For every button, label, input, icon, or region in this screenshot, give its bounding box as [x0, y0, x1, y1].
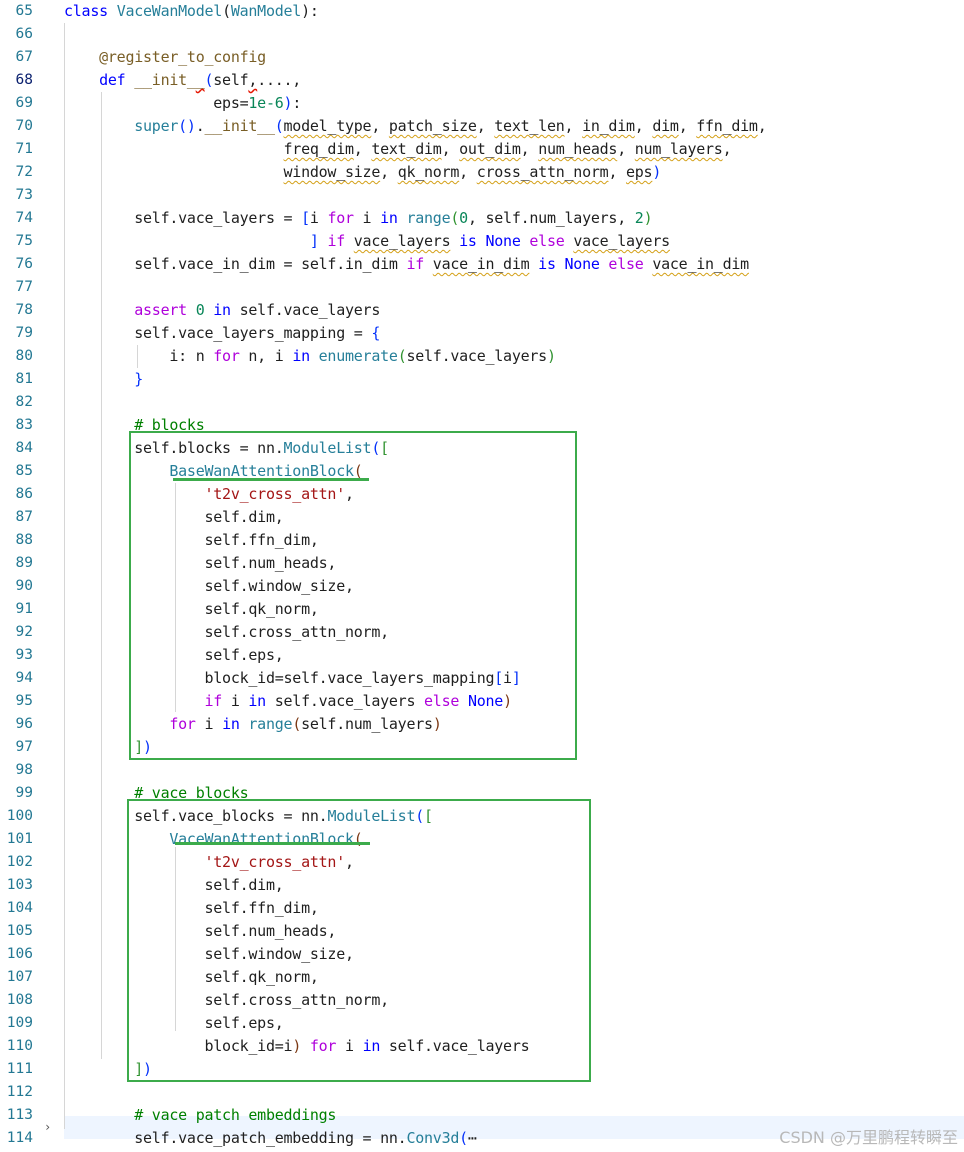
- line-number: 95: [15, 693, 33, 709]
- code-line: 67 @register_to_config: [0, 46, 964, 69]
- line-number: 91: [15, 601, 33, 617]
- code-line: 98: [0, 759, 964, 782]
- line-number: 85: [15, 463, 33, 479]
- code-line: 80 i: n for n, i in enumerate(self.vace_…: [0, 345, 964, 368]
- line-code: ] if vace_layers is None else vace_layer…: [309, 232, 670, 250]
- line-number: 103: [6, 877, 33, 893]
- line-code: assert 0 in self.vace_layers: [134, 301, 381, 319]
- line-number: 104: [6, 900, 33, 916]
- line-number: 77: [15, 279, 33, 295]
- watermark: CSDN @万里鹏程转瞬至: [779, 1128, 958, 1147]
- line-number: 86: [15, 486, 33, 502]
- line-number: 107: [6, 969, 33, 985]
- line-code: self.vace_patch_embedding = nn.Conv3d(⋯: [64, 1129, 477, 1147]
- line-number: 83: [15, 417, 33, 433]
- line-number: 99: [15, 785, 33, 801]
- line-code: class VaceWanModel(WanModel):: [64, 2, 319, 20]
- line-number: 68: [15, 72, 33, 88]
- line-number: 70: [15, 118, 33, 134]
- line-number: 114: [6, 1130, 33, 1146]
- line-number: 110: [6, 1038, 33, 1054]
- line-number: 88: [15, 532, 33, 548]
- base-block-underline: [173, 478, 369, 481]
- code-line: 68 def __init__(self,....,: [0, 69, 964, 92]
- line-number: 72: [15, 164, 33, 180]
- line-number: 87: [15, 509, 33, 525]
- line-number: 69: [15, 95, 33, 111]
- line-number: 97: [15, 739, 33, 755]
- line-code: super().__init__(model_type, patch_size,…: [134, 117, 767, 135]
- line-number: 96: [15, 716, 33, 732]
- line-code: window_size, qk_norm, cross_attn_norm, e…: [283, 163, 662, 181]
- line-code: def __init__(self,....,: [99, 71, 302, 89]
- code-line: 66: [0, 23, 964, 46]
- line-number: 71: [15, 141, 33, 157]
- line-number: 73: [15, 187, 33, 203]
- code-line: 71 freq_dim, text_dim, out_dim, num_head…: [0, 138, 964, 161]
- line-number: 108: [6, 992, 33, 1008]
- line-number: 67: [15, 49, 33, 65]
- code-line: 77: [0, 276, 964, 299]
- code-line: 79 self.vace_layers_mapping = {: [0, 322, 964, 345]
- line-number: 90: [15, 578, 33, 594]
- line-number: 79: [15, 325, 33, 341]
- line-code: # vace patch embeddings: [134, 1106, 337, 1124]
- line-number: 111: [6, 1061, 33, 1077]
- line-code: i: n for n, i in enumerate(self.vace_lay…: [64, 347, 556, 365]
- line-code: self.vace_in_dim = self.in_dim if vace_i…: [64, 255, 749, 273]
- line-number: 82: [15, 394, 33, 410]
- line-code: freq_dim, text_dim, out_dim, num_heads, …: [283, 140, 732, 158]
- code-line: 76 self.vace_in_dim = self.in_dim if vac…: [0, 253, 964, 276]
- code-line: 81 }: [0, 368, 964, 391]
- code-line: 78 assert 0 in self.vace_layers: [0, 299, 964, 322]
- line-number: 81: [15, 371, 33, 387]
- line-number: 89: [15, 555, 33, 571]
- line-number: 84: [15, 440, 33, 456]
- line-number: 75: [15, 233, 33, 249]
- line-number: 98: [15, 762, 33, 778]
- line-code: @register_to_config: [99, 48, 266, 66]
- line-number: 76: [15, 256, 33, 272]
- fold-expand-icon[interactable]: ›: [44, 1116, 51, 1139]
- code-line: 70 super().__init__(model_type, patch_si…: [0, 115, 964, 138]
- line-number: 74: [15, 210, 33, 226]
- line-number: 94: [15, 670, 33, 686]
- code-line: 69 eps=1e-6):: [0, 92, 964, 115]
- line-number: 102: [6, 854, 33, 870]
- line-number: 66: [15, 26, 33, 42]
- line-number: 113: [6, 1107, 33, 1123]
- code-line: 73: [0, 184, 964, 207]
- line-number: 93: [15, 647, 33, 663]
- line-number: 92: [15, 624, 33, 640]
- code-editor[interactable]: 65 class VaceWanModel(WanModel): 66 67 @reg…: [0, 0, 964, 1152]
- code-line: 112: [0, 1081, 964, 1104]
- line-number: 106: [6, 946, 33, 962]
- code-line: 75 ] if vace_layers is None else vace_la…: [0, 230, 964, 253]
- line-number: 65: [15, 3, 33, 19]
- code-line: 65 class VaceWanModel(WanModel):: [0, 0, 964, 23]
- line-code: self.vace_layers = [i for i in range(0, …: [64, 209, 653, 227]
- vace-block-underline: [175, 842, 370, 845]
- line-number: 78: [15, 302, 33, 318]
- line-number: 112: [6, 1084, 33, 1100]
- line-number: 100: [6, 808, 33, 824]
- line-number: 80: [15, 348, 33, 364]
- line-number: 109: [6, 1015, 33, 1031]
- code-line: 72 window_size, qk_norm, cross_attn_norm…: [0, 161, 964, 184]
- code-line: 74 self.vace_layers = [i for i in range(…: [0, 207, 964, 230]
- line-number: 101: [6, 831, 33, 847]
- line-code: }: [134, 370, 144, 388]
- line-code: self.vace_layers_mapping = {: [64, 324, 381, 342]
- line-number: 105: [6, 923, 33, 939]
- code-line: 82: [0, 391, 964, 414]
- line-code: eps=1e-6):: [64, 94, 302, 112]
